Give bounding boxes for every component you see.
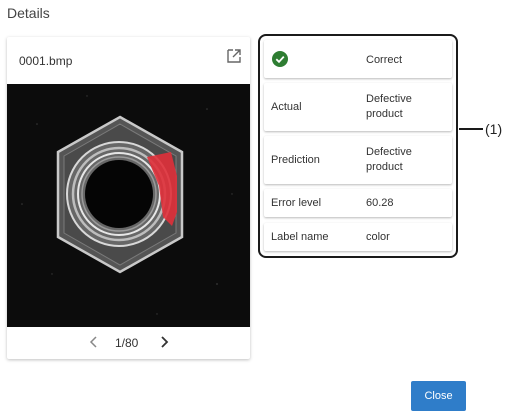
- callout-label: (1): [485, 121, 503, 137]
- actual-value-line2: product: [366, 108, 403, 120]
- image-card: 0001.bmp 1/80: [7, 37, 250, 359]
- info-row-prediction: Prediction Defective product: [264, 136, 452, 184]
- actual-value-line1: Defective: [366, 93, 412, 105]
- prediction-value-line1: Defective: [366, 146, 412, 158]
- inspection-image: [7, 84, 250, 327]
- status-value: Correct: [366, 54, 403, 66]
- result-info-panel: Correct Actual Defective product Predict…: [258, 34, 458, 258]
- close-button[interactable]: Close: [411, 381, 466, 411]
- image-pager: 1/80: [7, 327, 250, 359]
- prediction-value-line2: product: [366, 161, 403, 173]
- info-row-error-level: Error level 60.28: [264, 189, 452, 217]
- status-row: Correct: [264, 40, 452, 78]
- label-name-value: color: [366, 231, 390, 243]
- chevron-right-icon[interactable]: [157, 334, 171, 350]
- page-counter: 1/80: [115, 336, 139, 350]
- actual-label: Actual: [271, 101, 302, 113]
- info-row-actual: Actual Defective product: [264, 83, 452, 131]
- check-circle-icon: [272, 51, 288, 67]
- info-row-label-name: Label name color: [264, 223, 452, 251]
- error-level-label: Error level: [271, 197, 322, 209]
- details-title: Details: [7, 5, 50, 21]
- chevron-left-icon[interactable]: [87, 334, 101, 350]
- error-level-value: 60.28: [366, 197, 394, 209]
- prediction-label: Prediction: [271, 154, 320, 166]
- image-card-header: 0001.bmp: [7, 37, 250, 84]
- image-filename: 0001.bmp: [19, 54, 73, 68]
- label-name-label: Label name: [271, 231, 329, 243]
- callout-leader-line: [459, 128, 483, 130]
- open-external-icon[interactable]: [225, 47, 243, 65]
